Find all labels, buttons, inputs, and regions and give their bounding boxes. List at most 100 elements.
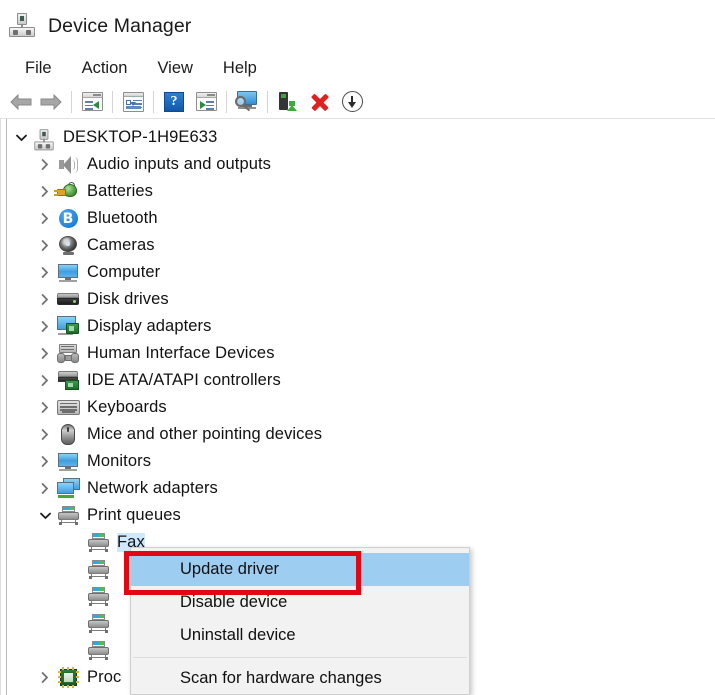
- tree-item-computer[interactable]: Computer: [34, 259, 160, 286]
- tree-item-label: Disk drives: [87, 290, 169, 308]
- tree-item-label: Cameras: [87, 236, 155, 254]
- chevron-right-icon[interactable]: [34, 286, 56, 313]
- tree-item-label: Proc: [87, 668, 122, 686]
- speaker-icon: [56, 153, 80, 177]
- tree-item-label: Print queues: [87, 506, 181, 524]
- hid-gamepad-icon: [56, 342, 80, 366]
- tree-item-disk-drives[interactable]: Disk drives: [34, 286, 169, 313]
- tree-item-processors[interactable]: Proc: [34, 664, 121, 691]
- list-item[interactable]: [86, 556, 117, 583]
- tree-item-human-interface-devices[interactable]: Human Interface Devices: [34, 340, 275, 367]
- toolbar-separator: [71, 90, 72, 113]
- disable-device-button[interactable]: [337, 88, 367, 116]
- chevron-right-icon[interactable]: [34, 367, 56, 394]
- forward-button[interactable]: [36, 88, 66, 116]
- show-hide-action-pane-button[interactable]: [191, 88, 221, 116]
- toolbar: ?: [0, 84, 715, 119]
- uninstall-device-button[interactable]: [305, 88, 335, 116]
- chevron-down-icon[interactable]: [10, 124, 32, 151]
- chevron-right-icon[interactable]: [34, 259, 56, 286]
- tree-item-label: Network adapters: [87, 479, 218, 497]
- tree-item-cameras[interactable]: Cameras: [34, 232, 155, 259]
- action-pane-icon: [195, 92, 217, 111]
- tree-item-batteries[interactable]: Batteries: [34, 178, 153, 205]
- tree-item-label: Display adapters: [87, 317, 212, 335]
- back-button[interactable]: [6, 88, 36, 116]
- tree-item-label: Audio inputs and outputs: [87, 155, 272, 173]
- chevron-right-icon[interactable]: [34, 448, 56, 475]
- help-question-icon: ?: [164, 91, 184, 112]
- menu-item-action[interactable]: Action: [70, 57, 140, 80]
- chevron-right-icon[interactable]: [34, 205, 56, 232]
- tree-item-label: IDE ATA/ATAPI controllers: [87, 371, 281, 389]
- scan-for-hardware-changes-button[interactable]: [232, 88, 262, 116]
- tree-item-print-queues[interactable]: Print queues: [34, 502, 181, 529]
- chevron-right-icon[interactable]: [34, 232, 56, 259]
- context-menu[interactable]: Update driver Disable device Uninstall d…: [130, 547, 470, 695]
- tree-item-keyboards[interactable]: Keyboards: [34, 394, 167, 421]
- back-arrow-icon: [10, 93, 32, 111]
- toolbar-separator: [267, 90, 268, 113]
- context-menu-separator: [133, 657, 467, 658]
- forward-arrow-icon: [40, 93, 62, 111]
- camera-icon: [56, 234, 80, 258]
- update-driver-button[interactable]: [273, 88, 303, 116]
- tree-item-mice-and-other-pointing-devices[interactable]: Mice and other pointing devices: [34, 421, 322, 448]
- chevron-right-icon[interactable]: [34, 178, 56, 205]
- monitor-icon: [56, 261, 80, 285]
- tree-item-display-adapters[interactable]: Display adapters: [34, 313, 212, 340]
- tree-item-label: Human Interface Devices: [87, 344, 275, 362]
- tree-item-ide-ata-atapi-controllers[interactable]: IDE ATA/ATAPI controllers: [34, 367, 281, 394]
- title-bar: Device Manager: [0, 0, 715, 52]
- tree-item-network-adapters[interactable]: Network adapters: [34, 475, 218, 502]
- list-item[interactable]: [86, 637, 117, 664]
- pane-border: [6, 119, 7, 695]
- window-title: Device Manager: [48, 14, 192, 37]
- pane-edge: [0, 119, 1, 695]
- help-button[interactable]: ?: [159, 88, 189, 116]
- menu-item-view[interactable]: View: [145, 57, 204, 80]
- chevron-right-icon[interactable]: [34, 421, 56, 448]
- ide-controller-icon: [56, 369, 80, 393]
- tree-item-bluetooth[interactable]: Bluetooth: [34, 205, 158, 232]
- context-menu-item-update-driver[interactable]: Update driver: [131, 553, 469, 586]
- properties-button[interactable]: [118, 88, 148, 116]
- menu-item-file[interactable]: File: [13, 57, 64, 80]
- monitor-icon: [56, 450, 80, 474]
- context-menu-item-scan-for-hardware-changes[interactable]: Scan for hardware changes: [131, 662, 469, 695]
- context-menu-item-disable-device[interactable]: Disable device: [131, 586, 469, 619]
- console-tree-icon: [81, 92, 103, 111]
- printer-icon: [56, 504, 80, 528]
- printer-icon: [86, 531, 110, 555]
- chevron-right-icon[interactable]: [34, 664, 56, 691]
- context-menu-item-uninstall-device[interactable]: Uninstall device: [131, 619, 469, 652]
- chevron-right-icon[interactable]: [34, 340, 56, 367]
- show-hide-console-tree-button[interactable]: [77, 88, 107, 116]
- device-manager-window: Device Manager File Action View Help ? D…: [0, 0, 715, 695]
- network-adapter-icon: [56, 477, 80, 501]
- tree-item-label: Batteries: [87, 182, 154, 200]
- toolbar-separator: [112, 90, 113, 113]
- tree-item-label: Computer: [87, 263, 161, 281]
- printer-icon: [86, 612, 110, 636]
- printer-icon: [86, 639, 110, 663]
- tree-item-monitors[interactable]: Monitors: [34, 448, 151, 475]
- tree-root-label: DESKTOP-1H9E633: [63, 128, 218, 146]
- tree-item-audio-inputs-and-outputs[interactable]: Audio inputs and outputs: [34, 151, 271, 178]
- processor-chip-icon: [56, 666, 80, 690]
- toolbar-separator: [226, 90, 227, 113]
- scan-monitor-magnifier-icon: [235, 91, 259, 112]
- chevron-right-icon[interactable]: [34, 313, 56, 340]
- menu-bar: File Action View Help: [0, 52, 715, 84]
- mouse-icon: [56, 423, 80, 447]
- chevron-right-icon[interactable]: [34, 394, 56, 421]
- list-item[interactable]: [86, 583, 117, 610]
- chevron-right-icon[interactable]: [34, 151, 56, 178]
- list-item[interactable]: [86, 610, 117, 637]
- properties-icon: [122, 91, 144, 112]
- tree-root-item[interactable]: DESKTOP-1H9E633: [10, 124, 217, 151]
- tree-item-label: Monitors: [87, 452, 152, 470]
- chevron-right-icon[interactable]: [34, 475, 56, 502]
- menu-item-help[interactable]: Help: [211, 57, 269, 80]
- chevron-down-icon[interactable]: [34, 502, 56, 529]
